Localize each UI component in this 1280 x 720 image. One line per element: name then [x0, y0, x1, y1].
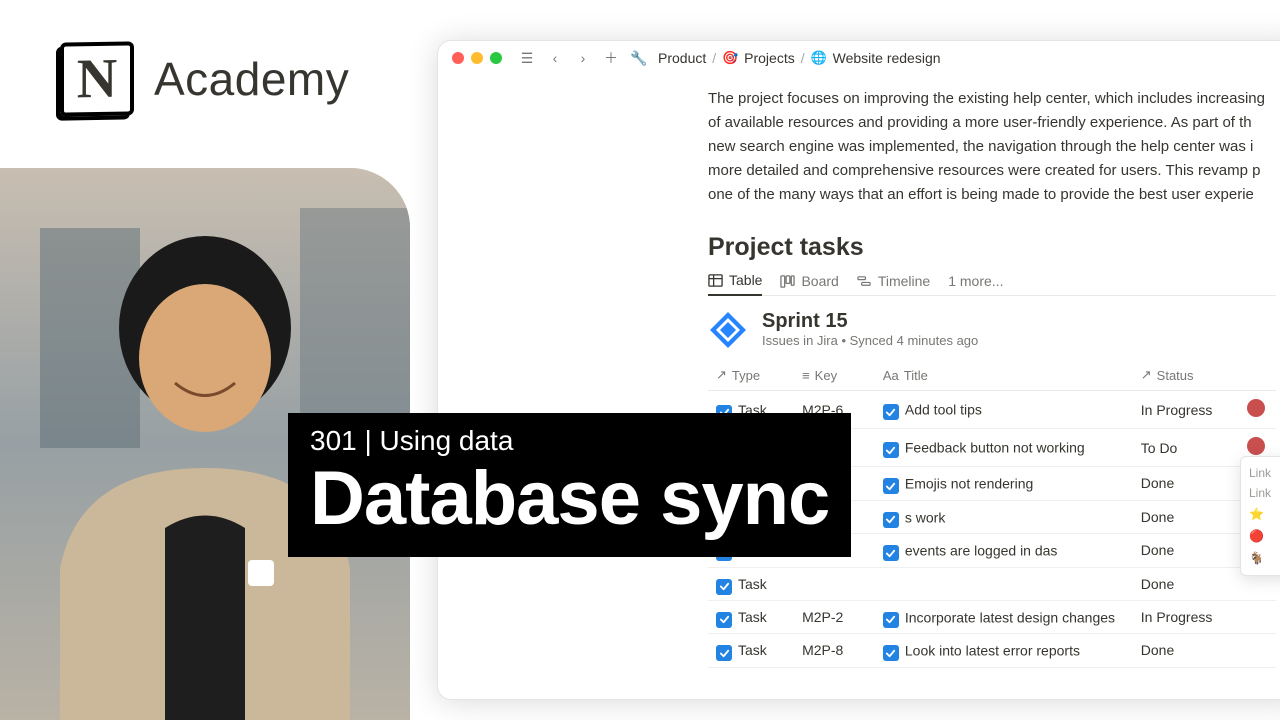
- breadcrumb[interactable]: Product / 🎯 Projects / 🌐 Website redesig…: [658, 50, 941, 66]
- cell-title: events are logged in das: [905, 543, 1058, 559]
- sidebar-toggle-icon[interactable]: ☰: [518, 49, 536, 67]
- cell-title: Add tool tips: [905, 402, 982, 418]
- cell-type: Task: [738, 609, 767, 625]
- checkbox-icon: [883, 645, 899, 661]
- tab-timeline[interactable]: Timeline: [857, 273, 930, 295]
- cell-key: [794, 567, 875, 600]
- lesson-title: Database sync: [310, 459, 829, 539]
- col-key[interactable]: Key: [815, 368, 837, 383]
- tab-board-label: Board: [801, 273, 838, 289]
- forward-icon[interactable]: ›: [574, 49, 592, 67]
- timeline-icon: [857, 274, 872, 289]
- checkbox-icon: [716, 612, 732, 628]
- cell-status: Done: [1133, 567, 1240, 600]
- arrow-icon: ↗: [1141, 367, 1152, 383]
- checkbox-icon: [883, 612, 899, 628]
- course-code: 301 | Using data: [310, 425, 829, 457]
- breadcrumb-projects[interactable]: Projects: [744, 50, 795, 66]
- assignee-avatar: [1247, 437, 1265, 455]
- breadcrumb-page[interactable]: Website redesign: [833, 50, 941, 66]
- checkbox-icon: [883, 545, 899, 561]
- cell-type: Task: [738, 576, 767, 592]
- col-type[interactable]: Type: [732, 368, 760, 383]
- assignee-avatar: [1247, 399, 1265, 417]
- app-window: ☰ ‹ › ＋ 🔧 Product / 🎯 Projects / 🌐 Websi…: [437, 40, 1280, 700]
- tab-table[interactable]: Table: [708, 272, 762, 296]
- tab-more-label: 1 more...: [948, 273, 1003, 289]
- traffic-minimize[interactable]: [471, 52, 483, 64]
- wrench-icon: 🔧: [630, 49, 648, 67]
- new-page-icon[interactable]: ＋: [602, 49, 620, 67]
- cell-key: M2P-2: [794, 600, 875, 634]
- table-row[interactable]: Task Done: [708, 567, 1276, 600]
- checkbox-icon: [883, 404, 899, 420]
- col-status[interactable]: Status: [1157, 368, 1194, 383]
- cell-status: Done: [1133, 500, 1240, 534]
- cell-status: Done: [1133, 634, 1240, 668]
- popup-item[interactable]: 🐐: [1247, 547, 1280, 569]
- cell-title: Emojis not rendering: [905, 476, 1033, 492]
- col-title[interactable]: Title: [904, 368, 928, 383]
- cell-status: To Do: [1133, 429, 1240, 467]
- breadcrumb-product[interactable]: Product: [658, 50, 706, 66]
- cell-type: Task: [738, 642, 767, 658]
- jira-icon: [708, 310, 748, 350]
- cell-title: Look into latest error reports: [905, 643, 1080, 659]
- cell-status: In Progress: [1133, 600, 1240, 634]
- target-icon: 🎯: [722, 50, 738, 66]
- checkbox-icon: [716, 579, 732, 595]
- cell-status: Done: [1133, 534, 1240, 568]
- cell-title: Feedback button not working: [905, 440, 1085, 456]
- cell-title: s work: [905, 509, 945, 525]
- checkbox-icon: [883, 442, 899, 458]
- link-popup[interactable]: Link Link ⭐ 🔴 🐐: [1240, 456, 1280, 576]
- table-row[interactable]: Task M2P-2 Incorporate latest design chang…: [708, 600, 1276, 634]
- notion-logo: N: [60, 41, 134, 116]
- popup-header: Link: [1247, 483, 1280, 503]
- popup-header: Link: [1247, 463, 1280, 483]
- checkbox-icon: [883, 512, 899, 528]
- page-paragraph: The project focuses on improving the exi…: [708, 87, 1276, 207]
- window-chrome: ☰ ‹ › ＋ 🔧 Product / 🎯 Projects / 🌐 Websi…: [438, 41, 1280, 75]
- checkbox-icon: [716, 645, 732, 661]
- back-icon[interactable]: ‹: [546, 49, 564, 67]
- title-overlay: 301 | Using data Database sync: [288, 413, 851, 557]
- cell-status: Done: [1133, 467, 1240, 501]
- tab-board[interactable]: Board: [780, 273, 838, 295]
- section-title: Project tasks: [708, 233, 1276, 262]
- board-icon: [780, 274, 795, 289]
- arrow-icon: ↗: [716, 367, 727, 383]
- text-icon: ≡: [802, 368, 810, 383]
- sprint-subtitle: Issues in Jira • Synced 4 minutes ago: [762, 333, 978, 348]
- sprint-title: Sprint 15: [762, 310, 978, 333]
- title-icon: Aa: [883, 368, 899, 383]
- checkbox-icon: [883, 478, 899, 494]
- tab-more[interactable]: 1 more...: [948, 273, 1003, 295]
- academy-label: Academy: [154, 52, 349, 106]
- cell-key: M2P-8: [794, 634, 875, 668]
- popup-item[interactable]: ⭐: [1247, 503, 1280, 525]
- globe-icon: 🌐: [811, 50, 827, 66]
- popup-item[interactable]: 🔴: [1247, 525, 1280, 547]
- cell-title: Incorporate latest design changes: [905, 609, 1115, 625]
- tab-table-label: Table: [729, 272, 762, 288]
- cell-status: In Progress: [1133, 391, 1240, 429]
- tab-timeline-label: Timeline: [878, 273, 930, 289]
- traffic-close[interactable]: [452, 52, 464, 64]
- table-icon: [708, 273, 723, 288]
- traffic-zoom[interactable]: [490, 52, 502, 64]
- table-row[interactable]: Task M2P-8 Look into latest error reports D…: [708, 634, 1276, 668]
